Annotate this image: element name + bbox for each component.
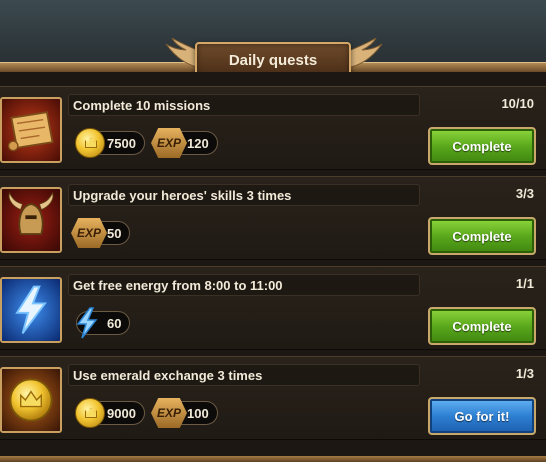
winged-helmet-icon [0, 187, 62, 253]
quest-row: Use emerald exchange 3 times 1/3 9000 EX… [0, 356, 546, 440]
complete-button[interactable]: Complete [428, 127, 536, 165]
energy-reward: 60 [76, 307, 131, 339]
quest-row: Upgrade your heroes' skills 3 times 3/3 … [0, 176, 546, 260]
exp-reward: EXP 120 [151, 128, 218, 158]
exp-icon: EXP [71, 218, 107, 248]
lightning-bolt-icon [0, 277, 62, 343]
quest-progress: 10/10 [501, 96, 534, 111]
complete-button[interactable]: Complete [428, 217, 536, 255]
go-for-it-button[interactable]: Go for it! [428, 397, 536, 435]
quest-list: Complete 10 missions 10/10 7500 EXP 120 … [0, 72, 546, 462]
gold-reward: 9000 [75, 398, 145, 428]
quest-progress: 1/1 [515, 276, 534, 291]
gold-coin-icon [75, 398, 105, 428]
quest-progress: 1/3 [515, 366, 534, 381]
exp-reward-value: 120 [187, 135, 209, 151]
quest-title: Use emerald exchange 3 times [68, 364, 420, 386]
quest-title: Complete 10 missions [68, 94, 420, 116]
quest-title: Upgrade your heroes' skills 3 times [68, 184, 420, 206]
exp-icon: EXP [151, 128, 187, 158]
quest-title: Get free energy from 8:00 to 11:00 [68, 274, 420, 296]
exp-reward-value: 100 [187, 405, 209, 421]
quest-progress: 3/3 [515, 186, 534, 201]
quest-row: Complete 10 missions 10/10 7500 EXP 120 … [0, 86, 546, 170]
complete-button[interactable]: Complete [428, 307, 536, 345]
gold-reward-value: 9000 [107, 405, 136, 421]
bottom-rail [0, 456, 546, 462]
gold-reward-value: 7500 [107, 135, 136, 151]
scroll-map-icon [0, 97, 62, 163]
exp-reward: EXP 50 [71, 218, 131, 248]
exp-reward: EXP 100 [151, 398, 218, 428]
gold-coin-icon [0, 367, 62, 433]
exp-reward-value: 50 [107, 225, 122, 241]
gold-reward: 7500 [75, 128, 145, 158]
exp-icon: EXP [151, 398, 187, 428]
gold-coin-icon [75, 128, 105, 158]
energy-reward-value: 60 [107, 315, 122, 331]
quest-row: Get free energy from 8:00 to 11:00 1/1 6… [0, 266, 546, 350]
energy-icon [76, 307, 98, 339]
